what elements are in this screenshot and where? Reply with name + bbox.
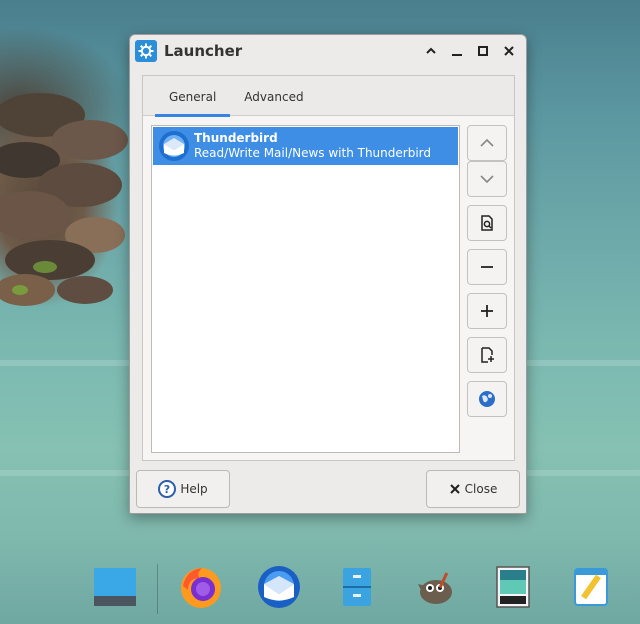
remove-item-icon <box>481 266 493 268</box>
add-item-button[interactable] <box>467 293 507 329</box>
thunderbird-icon <box>159 131 189 161</box>
help-icon: ? <box>158 480 177 498</box>
dock-item-image-viewer[interactable] <box>488 562 538 612</box>
dock-separator <box>157 564 158 614</box>
maximize-button[interactable] <box>472 40 494 62</box>
edit-item-icon <box>481 215 493 231</box>
globe-icon <box>479 391 495 407</box>
gimp-icon <box>418 572 452 604</box>
dock-item-thunderbird[interactable] <box>254 562 304 612</box>
image-viewer-icon <box>496 566 530 608</box>
background-rocks <box>0 93 128 306</box>
dock-item-firefox[interactable] <box>176 562 226 612</box>
move-up-icon <box>480 138 494 147</box>
thunderbird-icon <box>258 566 300 608</box>
launcher-item-list[interactable]: Thunderbird Read/Write Mail/News with Th… <box>151 125 460 453</box>
shade-button[interactable] <box>420 40 442 62</box>
svg-text:?: ? <box>164 483 170 496</box>
dock-item-file-manager[interactable] <box>332 562 382 612</box>
item-name: Thunderbird <box>194 131 278 145</box>
dock-item-text-editor[interactable] <box>566 562 616 612</box>
close-icon <box>449 484 460 494</box>
edit-item-button[interactable] <box>467 205 507 241</box>
text-editor-icon <box>574 568 608 606</box>
file-manager-icon <box>343 568 371 606</box>
help-label: Help <box>180 482 208 496</box>
item-description: Read/Write Mail/News with Thunderbird <box>194 146 431 160</box>
move-down-icon <box>480 175 494 184</box>
tab-panel: General Advanced Thunderbird Read/Write … <box>142 75 515 461</box>
chevron-up-icon <box>426 47 436 54</box>
tab-advanced[interactable]: Advanced <box>230 76 317 116</box>
minimize-icon <box>452 54 462 56</box>
help-button[interactable]: ? Help <box>136 470 230 508</box>
close-window-button[interactable] <box>498 40 520 62</box>
globe-button[interactable] <box>467 381 507 417</box>
desktop-icon <box>94 568 136 606</box>
dock-item-gimp[interactable] <box>410 562 460 612</box>
close-button[interactable]: Close <box>426 470 520 508</box>
new-empty-item-icon <box>481 347 494 363</box>
move-down-button[interactable] <box>467 161 507 197</box>
tab-bar: General Advanced <box>143 76 514 117</box>
close-label: Close <box>464 482 498 496</box>
minimize-button[interactable] <box>446 40 468 62</box>
list-item[interactable]: Thunderbird Read/Write Mail/News with Th… <box>153 127 458 165</box>
dock <box>80 550 640 624</box>
add-item-icon <box>481 305 493 317</box>
remove-item-button[interactable] <box>467 249 507 285</box>
new-empty-item-button[interactable] <box>467 337 507 373</box>
gear-icon <box>135 40 157 62</box>
tab-general[interactable]: General <box>155 76 231 117</box>
close-icon <box>504 46 514 56</box>
dock-item-desktop[interactable] <box>90 562 140 612</box>
title-bar[interactable]: Launcher <box>130 35 526 67</box>
launcher-window: Launcher General Advanced Thunderbird Re… <box>129 34 527 514</box>
firefox-icon <box>181 568 221 608</box>
window-title: Launcher <box>164 42 243 60</box>
maximize-icon <box>478 46 488 56</box>
move-up-button[interactable] <box>467 125 507 161</box>
